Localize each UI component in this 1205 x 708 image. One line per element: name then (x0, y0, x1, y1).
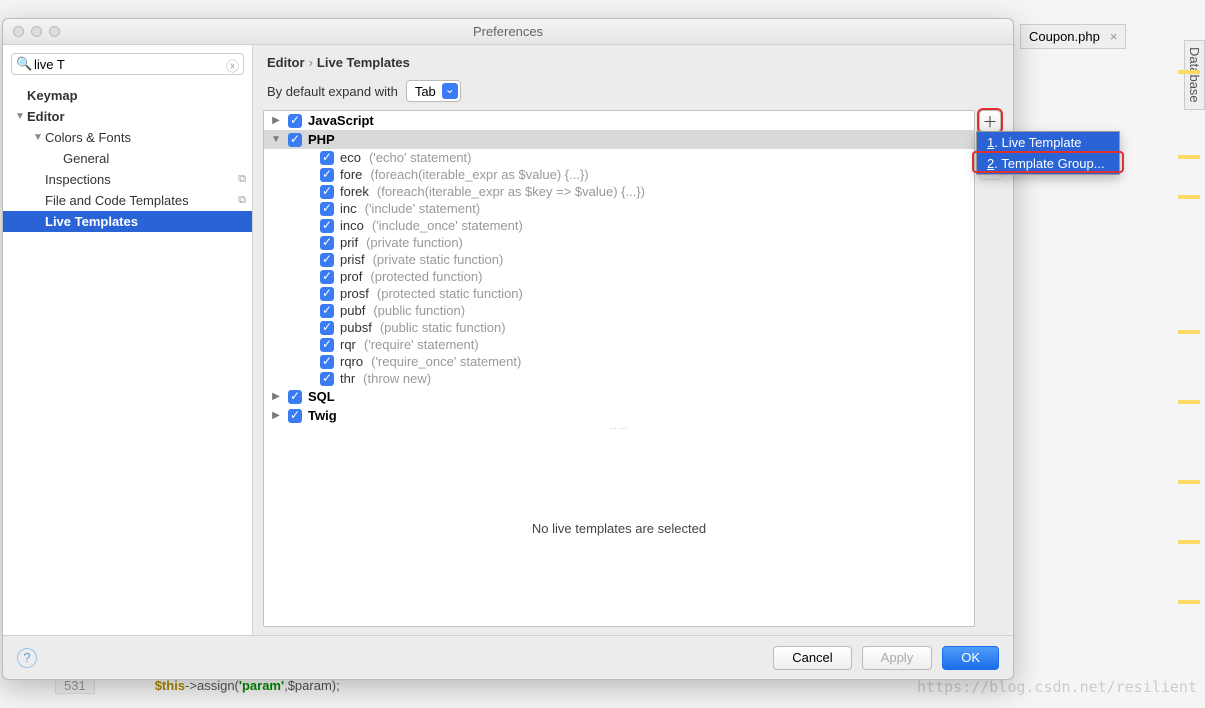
gutter-mark (1178, 480, 1200, 484)
checkbox[interactable] (320, 202, 334, 216)
checkbox[interactable] (320, 372, 334, 386)
template-thr[interactable]: thr (throw new) (264, 370, 974, 387)
checkbox[interactable] (320, 321, 334, 335)
tree-inspections[interactable]: Inspections⧉ (3, 169, 252, 190)
template-prosf[interactable]: prosf (protected static function) (264, 285, 974, 302)
templates-list[interactable]: ▶JavaScript▼PHPeco ('echo' statement)for… (263, 110, 975, 627)
checkbox[interactable] (320, 270, 334, 284)
cancel-button[interactable]: Cancel (773, 646, 851, 670)
template-rqr[interactable]: rqr ('require' statement) (264, 336, 974, 353)
add-popup[interactable]: 1. Live Template 2. Template Group... (976, 131, 1120, 175)
close-icon[interactable]: × (1110, 29, 1118, 44)
checkbox[interactable] (288, 409, 302, 423)
empty-message: No live templates are selected (264, 431, 974, 626)
tree-keymap[interactable]: Keymap (3, 85, 252, 106)
gutter-mark (1178, 400, 1200, 404)
template-pubf[interactable]: pubf (public function) (264, 302, 974, 319)
tree-live-templates[interactable]: Live Templates (3, 211, 252, 232)
template-eco[interactable]: eco ('echo' statement) (264, 149, 974, 166)
group-php[interactable]: ▼PHP (264, 130, 974, 149)
template-prof[interactable]: prof (protected function) (264, 268, 974, 285)
expand-select[interactable]: Tab (406, 80, 461, 102)
checkbox[interactable] (320, 151, 334, 165)
breadcrumb: Editor›Live Templates (253, 45, 1013, 76)
tree-colors-fonts[interactable]: ▼Colors & Fonts (3, 127, 252, 148)
template-rqro[interactable]: rqro ('require_once' statement) (264, 353, 974, 370)
checkbox[interactable] (320, 185, 334, 199)
editor-tab[interactable]: Coupon.php × (1020, 24, 1126, 49)
gutter-mark (1178, 540, 1200, 544)
template-prisf[interactable]: prisf (private static function) (264, 251, 974, 268)
checkbox[interactable] (320, 338, 334, 352)
expand-label: By default expand with (267, 84, 398, 99)
checkbox[interactable] (320, 168, 334, 182)
main-panel: Editor›Live Templates By default expand … (253, 45, 1013, 635)
search-input[interactable] (11, 53, 244, 75)
clear-icon[interactable]: ⓧ (226, 56, 239, 75)
search-icon: 🔍 (16, 56, 32, 72)
tree-general[interactable]: General (3, 148, 252, 169)
template-pubsf[interactable]: pubsf (public static function) (264, 319, 974, 336)
copy-icon: ⧉ (238, 173, 246, 186)
help-button[interactable]: ? (17, 648, 37, 668)
database-tool-window-tab[interactable]: Database (1184, 40, 1205, 110)
gutter-mark (1178, 195, 1200, 199)
tree-file-code-templates[interactable]: File and Code Templates⧉ (3, 190, 252, 211)
checkbox[interactable] (288, 114, 302, 128)
titlebar[interactable]: Preferences (3, 19, 1013, 45)
gutter-mark (1178, 330, 1200, 334)
gutter-mark (1178, 155, 1200, 159)
checkbox[interactable] (320, 287, 334, 301)
chevron-icon[interactable]: ▼ (270, 134, 282, 145)
template-fore[interactable]: fore (foreach(iterable_expr as $value) {… (264, 166, 974, 183)
group-twig[interactable]: ▶Twig (264, 406, 974, 425)
dialog-title: Preferences (3, 24, 1013, 39)
group-javascript[interactable]: ▶JavaScript (264, 111, 974, 130)
checkbox[interactable] (320, 253, 334, 267)
tree-editor[interactable]: ▼Editor (3, 106, 252, 127)
popup-live-template[interactable]: 1. Live Template (977, 132, 1119, 153)
ok-button[interactable]: OK (942, 646, 999, 670)
checkbox[interactable] (320, 355, 334, 369)
template-inc[interactable]: inc ('include' statement) (264, 200, 974, 217)
gutter-mark (1178, 600, 1200, 604)
checkbox[interactable] (320, 219, 334, 233)
chevron-icon[interactable]: ▶ (270, 391, 282, 402)
preferences-dialog: Preferences 🔍 ⓧ Keymap ▼Editor ▼Colors &… (2, 18, 1014, 680)
template-prif[interactable]: prif (private function) (264, 234, 974, 251)
settings-tree[interactable]: Keymap ▼Editor ▼Colors & Fonts General I… (3, 83, 252, 635)
tab-label: Coupon.php (1029, 29, 1100, 44)
template-inco[interactable]: inco ('include_once' statement) (264, 217, 974, 234)
search-field[interactable]: 🔍 ⓧ (11, 53, 244, 75)
watermark: https://blog.csdn.net/resilient (917, 678, 1197, 696)
checkbox[interactable] (288, 390, 302, 404)
copy-icon: ⧉ (238, 194, 246, 207)
chevron-icon[interactable]: ▶ (270, 410, 282, 421)
popup-template-group[interactable]: 2. Template Group... (977, 153, 1119, 174)
template-forek[interactable]: forek (foreach(iterable_expr as $key => … (264, 183, 974, 200)
sidebar: 🔍 ⓧ Keymap ▼Editor ▼Colors & Fonts Gener… (3, 45, 253, 635)
apply-button[interactable]: Apply (862, 646, 933, 670)
checkbox[interactable] (320, 236, 334, 250)
add-button[interactable]: ＋ (979, 110, 1001, 132)
chevron-icon[interactable]: ▶ (270, 115, 282, 126)
dialog-footer: ? Cancel Apply OK (3, 635, 1013, 679)
gutter-mark (1178, 70, 1200, 74)
checkbox[interactable] (320, 304, 334, 318)
group-sql[interactable]: ▶SQL (264, 387, 974, 406)
checkbox[interactable] (288, 133, 302, 147)
